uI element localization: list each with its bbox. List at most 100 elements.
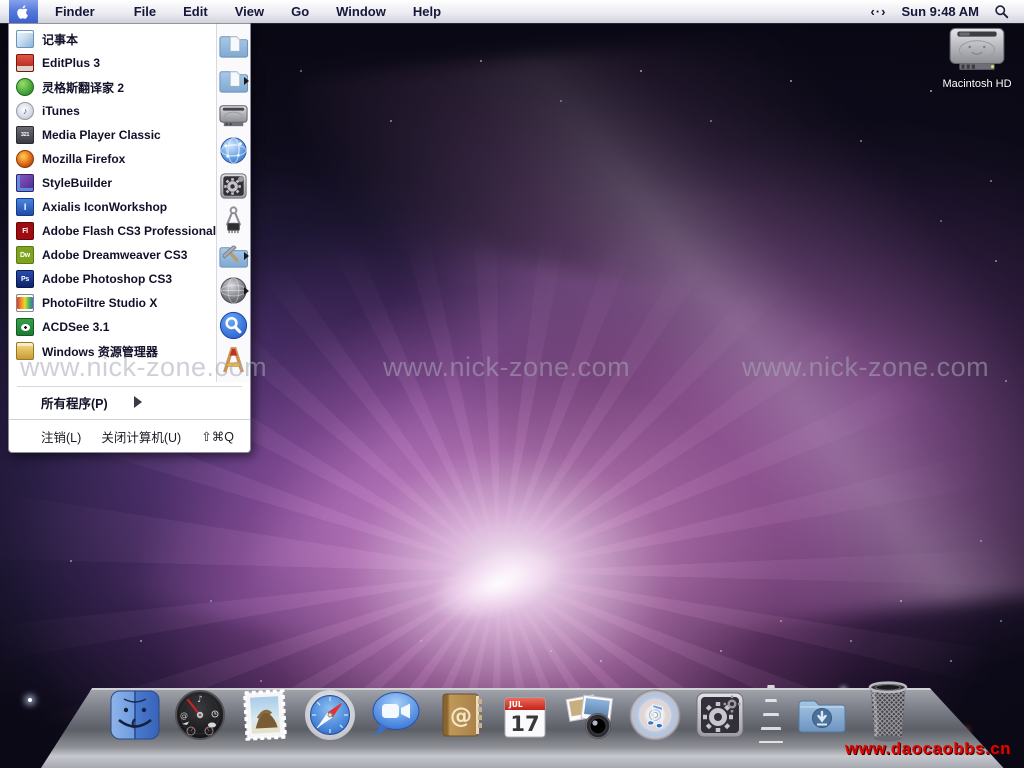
menubar-menu-edit[interactable]: Edit: [183, 4, 208, 19]
dreamweaver-icon-text: Dw: [20, 252, 30, 259]
all-programs-label: 所有程序(P): [41, 393, 108, 412]
lingoes-icon: [16, 78, 34, 96]
all-programs-item[interactable]: 所有程序(P): [17, 386, 242, 417]
network-places[interactable]: [217, 273, 250, 308]
hard-drive[interactable]: [217, 98, 250, 133]
start-menu: 记事本 EditPlus 3 灵格斯翻译家 2 iTunes 321 Media Play…: [8, 23, 251, 453]
address-book-icon: @: [432, 687, 488, 743]
start-menu-item-label: ACDSee 3.1: [42, 320, 109, 334]
start-menu-item[interactable]: FlAdobe Flash CS3 Professional: [9, 219, 216, 243]
mpc-icon: 321: [16, 126, 34, 144]
svg-text:♪: ♪: [197, 695, 203, 705]
aurora-pink-glow: [520, 120, 1024, 680]
logoff-button[interactable]: 注销(L): [41, 427, 81, 446]
start-menu-side-icons: [216, 23, 250, 382]
menubar-menu-window[interactable]: Window: [336, 4, 386, 19]
search[interactable]: [217, 308, 250, 343]
iphoto-icon: [562, 687, 618, 743]
watermark: www.nick-zone.com: [742, 352, 989, 383]
system-preferences-icon: [692, 687, 748, 743]
dock-dashboard[interactable]: ♪@: [172, 687, 228, 743]
apple-menu-button[interactable]: [9, 0, 38, 23]
folder-recent[interactable]: [217, 63, 250, 98]
menubar-menu-finder[interactable]: Finder: [55, 4, 95, 19]
dock-downloads-folder[interactable]: [794, 687, 850, 743]
start-menu-item[interactable]: 记事本: [9, 27, 216, 51]
folder-utilities[interactable]: [217, 238, 250, 273]
dock-address-book[interactable]: @: [432, 687, 488, 743]
stylebuilder-icon: [16, 174, 34, 192]
hard-drive-icon: [947, 24, 1007, 72]
start-menu-item[interactable]: Mozilla Firefox: [9, 147, 216, 171]
mpc-icon-text: 321: [21, 132, 29, 138]
dock-items: ♪@@JUL17♫: [107, 677, 917, 743]
svg-text:@: @: [180, 711, 188, 720]
dock-finder[interactable]: [107, 687, 163, 743]
watermark: www.nick-zone.com: [383, 352, 630, 383]
start-menu-item[interactable]: StyleBuilder: [9, 171, 216, 195]
svg-text:17: 17: [510, 712, 539, 736]
start-menu-item[interactable]: EditPlus 3: [9, 51, 216, 75]
folder-documents[interactable]: [217, 28, 250, 63]
input-indicator[interactable]: ‹·›: [870, 4, 886, 19]
dock-system-preferences[interactable]: [692, 687, 748, 743]
folder-documents-icon: [217, 29, 250, 62]
editplus-icon: [16, 54, 34, 72]
start-menu-item-label: StyleBuilder: [42, 176, 112, 190]
start-menu-item[interactable]: PhotoFiltre Studio X: [9, 291, 216, 315]
menubar-clock[interactable]: Sun 9:48 AM: [901, 4, 979, 19]
start-menu-item[interactable]: ACDSee 3.1: [9, 315, 216, 339]
hard-drive-icon: [217, 99, 250, 132]
finder-icon: [107, 687, 163, 743]
svg-text:♫: ♫: [642, 699, 667, 732]
start-menu-item-label: Adobe Photoshop CS3: [42, 272, 172, 286]
developer-tools[interactable]: [217, 203, 250, 238]
spotlight-icon[interactable]: [994, 4, 1009, 19]
menubar-menu-view[interactable]: View: [235, 4, 264, 19]
start-menu-item[interactable]: 灵格斯翻译家 2: [9, 75, 216, 99]
start-menu-item-label: PhotoFiltre Studio X: [42, 296, 157, 310]
shutdown-button[interactable]: 关闭计算机(U): [101, 427, 181, 446]
start-menu-item[interactable]: Dw Adobe Dreamweaver CS3: [9, 243, 216, 267]
dock-trash[interactable]: [859, 677, 917, 743]
desktop-icon-macintosh-hd[interactable]: Macintosh HD: [936, 24, 1018, 90]
system-preferences-small-icon: [217, 169, 250, 202]
network[interactable]: [217, 133, 250, 168]
dock-safari[interactable]: [302, 687, 358, 743]
itunes-icon: ♫: [627, 687, 683, 743]
start-menu-item[interactable]: I Axialis IconWorkshop: [9, 195, 216, 219]
safari-icon: [302, 687, 358, 743]
aurora-beam: [301, 5, 1024, 665]
flash-icon: Fl: [16, 222, 34, 240]
flash-icon-text: Fl: [22, 228, 28, 235]
start-menu-item-label: EditPlus 3: [42, 56, 100, 70]
menubar-menu-file[interactable]: File: [134, 4, 156, 19]
volume-label: Macintosh HD: [936, 78, 1018, 90]
dock-iphoto[interactable]: [562, 687, 618, 743]
start-menu-item-label: 灵格斯翻译家 2: [42, 79, 124, 96]
submenu-arrow-icon: [244, 77, 249, 85]
start-menu-item[interactable]: iTunes: [9, 99, 216, 123]
start-menu-footer: 注销(L) 关闭计算机(U) ⇧⌘Q: [9, 419, 250, 452]
start-menu-item[interactable]: 321 Media Player Classic: [9, 123, 216, 147]
start-menu-item-label: Media Player Classic: [42, 128, 161, 142]
axialis-icon-text: I: [24, 202, 26, 212]
dock-itunes[interactable]: ♫: [627, 687, 683, 743]
dreamweaver-icon: Dw: [16, 246, 34, 264]
dock-mail[interactable]: [237, 687, 293, 743]
itunes-sm-icon: [16, 102, 34, 120]
start-menu-app-list: 记事本 EditPlus 3 灵格斯翻译家 2 iTunes 321 Media Play…: [9, 23, 216, 382]
start-menu-item-label: Axialis IconWorkshop: [42, 200, 167, 214]
photoshop-icon: Ps: [16, 270, 34, 288]
dock-ichat[interactable]: [367, 687, 423, 743]
trash-icon: [859, 677, 917, 743]
menu-list: Finder File Edit View Go Window Help: [55, 4, 441, 19]
dock-separator: [759, 685, 783, 743]
menubar-menu-go[interactable]: Go: [291, 4, 309, 19]
menubar-menu-help[interactable]: Help: [413, 4, 441, 19]
dock-ical[interactable]: JUL17: [497, 687, 553, 743]
ical-icon: JUL17: [497, 687, 553, 743]
start-menu-item[interactable]: Ps Adobe Photoshop CS3: [9, 267, 216, 291]
start-menu-item-label: Adobe Dreamweaver CS3: [42, 248, 187, 262]
system-preferences-small[interactable]: [217, 168, 250, 203]
